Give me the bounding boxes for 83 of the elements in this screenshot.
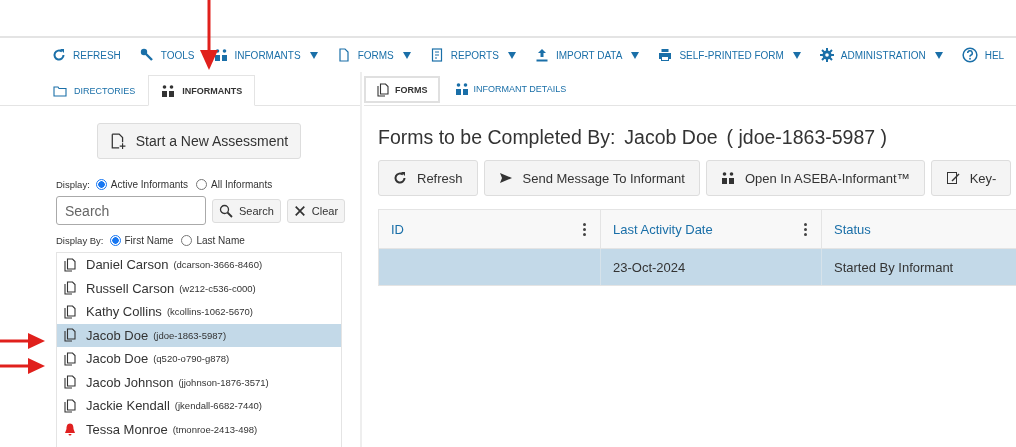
radio-button[interactable] <box>196 179 208 190</box>
wrench-icon <box>139 48 154 62</box>
gear-icon <box>819 48 834 62</box>
informant-item[interactable]: Jackie Kendall (jkendall-6682-7440) <box>57 394 341 418</box>
new-document-icon <box>109 133 126 149</box>
search-field[interactable]: Search <box>56 196 206 225</box>
column-header[interactable]: Last Activity Date <box>601 210 822 249</box>
action-button[interactable]: Send Message To Informant <box>483 160 700 196</box>
page-heading: Forms to be Completed By: <box>378 126 616 149</box>
documents-icon <box>376 82 390 97</box>
column-header[interactable]: ID <box>379 210 601 249</box>
informant-id: ( jdoe-1863-5987 ) <box>726 126 887 149</box>
radio-button[interactable] <box>95 179 107 190</box>
caret-icon <box>934 51 943 59</box>
clear-button[interactable]: Clear <box>286 198 346 223</box>
tab[interactable]: INFORMANTS <box>148 75 256 106</box>
people-icon <box>720 171 735 185</box>
radio-label: Active Informants <box>110 179 189 190</box>
toolbar-button[interactable]: HEL <box>961 47 1005 63</box>
display-label: Display: <box>56 179 90 190</box>
table-cell: Started By Informant <box>822 249 1016 285</box>
informant-item[interactable]: Jacob Doe (q520-o790-g878) <box>57 347 341 371</box>
refresh-icon <box>52 48 66 62</box>
column-header[interactable]: Status <box>822 210 1016 249</box>
search-button[interactable]: Search <box>212 198 281 223</box>
close-icon <box>293 204 306 217</box>
toolbar-button[interactable]: IMPORT DATA <box>534 48 640 62</box>
radio-button[interactable] <box>181 235 193 246</box>
annotation-arrow <box>0 357 46 375</box>
radio-label: Last Name <box>196 235 245 246</box>
informant-item[interactable]: Daniel Carson (dcarson-3666-8460) <box>57 253 341 277</box>
people-icon <box>213 48 228 62</box>
bell-icon <box>63 422 77 437</box>
table-cell: 23-Oct-2024 <box>601 249 822 285</box>
display-by-label: Display By: <box>56 235 104 246</box>
documents-icon <box>63 375 77 390</box>
toolbar-button[interactable]: FORMS <box>336 48 411 62</box>
documents-icon <box>63 398 77 413</box>
toolbar-button[interactable]: ADMINISTRATION <box>819 48 943 62</box>
radio-button[interactable] <box>109 235 121 246</box>
printer-icon <box>658 48 673 62</box>
help-icon <box>961 47 978 63</box>
toolbar-button[interactable]: SELF-PRINTED FORM <box>658 48 801 62</box>
people-icon <box>454 81 469 96</box>
caret-icon <box>507 51 516 59</box>
toolbar-button[interactable]: TOOLS <box>139 48 195 62</box>
annotation-arrow <box>200 0 218 72</box>
documents-icon <box>63 304 77 319</box>
informant-item[interactable]: Russell Carson (w212-c536-c000) <box>57 276 341 300</box>
refresh-icon <box>393 171 407 185</box>
toolbar-button[interactable]: REFRESH <box>52 48 121 62</box>
documents-icon <box>63 328 77 343</box>
documents-icon <box>63 351 77 366</box>
toolbar-button[interactable]: REPORTS <box>429 48 516 62</box>
informant-item[interactable]: Jacob Doe (jdoe-1863-5987) <box>57 323 341 347</box>
tab[interactable]: FORMS <box>364 76 440 103</box>
informant-name: Jacob Doe <box>624 126 718 149</box>
caret-icon <box>792 51 801 59</box>
tab[interactable]: INFORMANT DETAILS <box>443 74 578 103</box>
upload-icon <box>534 48 549 62</box>
documents-icon <box>63 257 77 272</box>
action-button[interactable]: Refresh <box>378 160 478 196</box>
documents-icon <box>63 281 77 296</box>
action-button[interactable]: Key- <box>930 160 1012 196</box>
new-assessment-button[interactable]: Start a New Assessment <box>97 123 301 159</box>
informant-item[interactable]: Jacob Johnson (jjohnson-1876-3571) <box>57 370 341 394</box>
annotation-arrow <box>0 332 46 350</box>
caret-icon <box>402 51 411 59</box>
search-icon <box>219 203 233 218</box>
document-icon <box>336 48 351 62</box>
caret-icon <box>631 51 640 59</box>
tab[interactable]: DIRECTORIES <box>48 75 149 106</box>
informant-item[interactable]: Kathy Collins (kcollins-1062-5670) <box>57 300 341 324</box>
radio-label: First Name <box>124 235 174 246</box>
send-icon <box>498 171 513 185</box>
folder-icon <box>53 83 67 98</box>
radio-label: All Informants <box>211 179 273 190</box>
report-icon <box>429 48 444 62</box>
informant-item[interactable]: Tessa Monroe (tmonroe-2413-498) <box>57 417 341 441</box>
edit-icon <box>945 171 960 185</box>
action-button[interactable]: Open In ASEBA-Informant™ <box>705 160 925 196</box>
people-icon <box>161 83 176 98</box>
caret-icon <box>309 51 318 59</box>
